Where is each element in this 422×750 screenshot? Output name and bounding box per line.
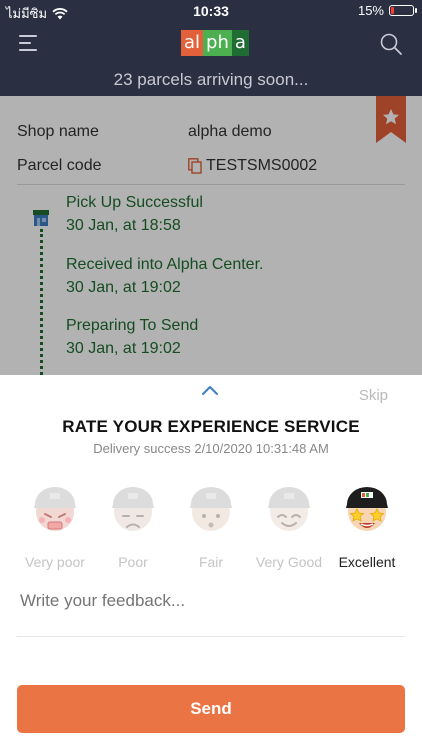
- sad-face-icon: [112, 487, 154, 531]
- rating-option-label: Fair: [198, 554, 224, 570]
- send-button[interactable]: Send: [17, 685, 405, 733]
- nav-bar: al ph a: [0, 22, 422, 68]
- happy-face-icon: [268, 487, 310, 531]
- rating-options: Very poor Poor Fair Very Good Excellent: [0, 482, 422, 572]
- battery-icon: [389, 5, 417, 16]
- rating-option-very-good[interactable]: Very Good: [250, 482, 328, 572]
- parcels-banner[interactable]: 23 parcels arriving soon...: [0, 68, 422, 96]
- rating-option-fair[interactable]: Fair: [172, 482, 250, 572]
- feedback-underline: [17, 636, 405, 637]
- battery-level: [391, 7, 395, 14]
- rating-option-label: Excellent: [338, 554, 396, 570]
- chevron-up-icon[interactable]: [200, 383, 220, 397]
- star-eyes-face-icon: [346, 487, 388, 531]
- neutral-face-icon: [190, 487, 232, 531]
- status-bar: ไม่มีซิม 10:33 15%: [0, 0, 422, 22]
- alpha-logo: al ph a: [181, 30, 249, 56]
- rating-option-label: Very Good: [255, 554, 323, 570]
- rating-option-very-poor[interactable]: Very poor: [16, 482, 94, 572]
- logo-segment: a: [231, 30, 249, 56]
- rating-title: RATE YOUR EXPERIENCE SERVICE: [62, 417, 360, 436]
- modal-backdrop[interactable]: [0, 96, 422, 375]
- logo-segment: ph: [203, 30, 232, 56]
- angry-face-icon: [34, 487, 76, 531]
- rating-option-label: Poor: [118, 554, 148, 570]
- skip-button[interactable]: Skip: [359, 387, 388, 404]
- rating-subtitle: Delivery success 2/10/2020 10:31:48 AM: [93, 441, 329, 456]
- rating-sheet: Skip RATE YOUR EXPERIENCE SERVICE Delive…: [0, 375, 422, 750]
- logo-segment: al: [181, 30, 204, 56]
- rating-option-label: Very poor: [25, 554, 85, 570]
- status-right: 15%: [357, 3, 417, 18]
- rating-option-excellent[interactable]: Excellent: [328, 482, 406, 572]
- menu-icon[interactable]: [19, 34, 39, 52]
- search-icon[interactable]: [380, 33, 402, 55]
- rating-option-poor[interactable]: Poor: [94, 482, 172, 572]
- battery-percent: 15%: [357, 3, 384, 18]
- feedback-input[interactable]: [20, 591, 400, 611]
